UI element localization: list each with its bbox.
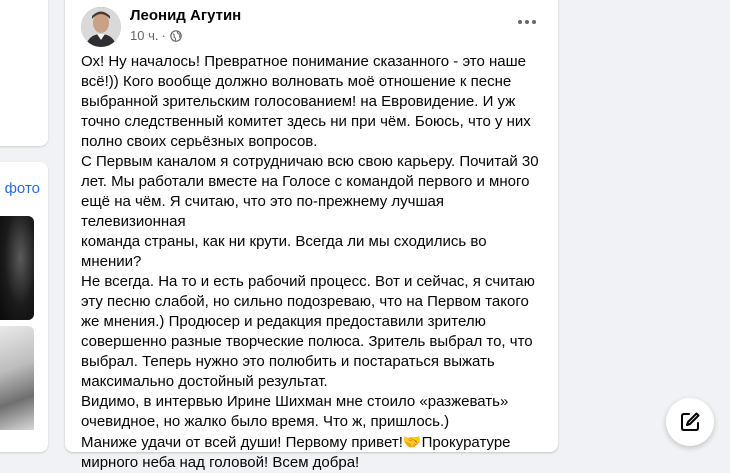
left-column: фото — [0, 0, 48, 452]
text-line: ещё на чём. Я считаю, что это по-прежнем… — [81, 193, 449, 230]
dot — [532, 20, 536, 24]
text-line: Не всегда. На то и есть рабочий процесс.… — [81, 273, 535, 290]
post-meta: 10 ч. · — [130, 28, 182, 43]
text-line: С Первым каналом я сотрудничаю всю свою … — [81, 153, 539, 170]
author-name[interactable]: Леонид Агутин — [130, 7, 241, 24]
text-segment: Прокуратуре — [421, 434, 511, 451]
text-line: Видимо, в интервью Ирине Шихман мне стои… — [81, 393, 509, 410]
photo-thumbnail[interactable] — [0, 326, 34, 430]
left-card — [0, 0, 48, 146]
text-line: выбранной зрительским голосованием! на Е… — [81, 93, 516, 110]
text-line: максимально достойный результат. — [81, 373, 328, 390]
photos-link[interactable]: фото — [0, 180, 40, 197]
avatar-portrait — [81, 7, 121, 47]
handshake-emoji-icon: 🤝 — [402, 433, 422, 451]
text-line: мирного неба над головой! Всем добра! — [81, 454, 360, 471]
meta-separator: · — [161, 28, 166, 43]
text-line: полно своих серьёзных вопросов. — [81, 133, 318, 150]
compose-message-button[interactable] — [666, 398, 714, 446]
text-line: всё!)) Кого вообще должно волновать моё … — [81, 73, 512, 90]
text-line: точно следственный комитет здесь ни при … — [81, 113, 531, 130]
post-text: Ох! Ну началось! Превратное понимание ск… — [81, 52, 551, 473]
text-line: Маниже удачи от всей души! Первому приве… — [81, 432, 551, 453]
avatar[interactable] — [81, 7, 121, 47]
text-line: совершенно разные творческие полюса. Зри… — [81, 333, 533, 350]
text-line: команда страны, как ни крути. Всегда ли … — [81, 233, 491, 270]
more-options-button[interactable] — [513, 10, 541, 34]
text-line: эту песню слабой, но сильно подозреваю, … — [81, 293, 529, 310]
dot — [525, 20, 529, 24]
post-card: Леонид Агутин 10 ч. · Ох! Ну началось! П… — [65, 0, 558, 471]
compose-icon — [681, 412, 700, 431]
text-segment: Маниже удачи от всей души! Первому приве… — [81, 434, 403, 451]
text-line: Ох! Ну началось! Превратное понимание ск… — [81, 53, 526, 70]
post-timestamp[interactable]: 10 ч. — [130, 28, 158, 43]
text-line: лет. Мы работали вместе на Голосе с кома… — [81, 173, 530, 190]
globe-icon — [170, 29, 182, 42]
text-line: же мнения.) Продюсер и редакция предоста… — [81, 313, 486, 330]
photo-thumbnail[interactable] — [0, 216, 34, 320]
more-options-icon — [518, 20, 522, 24]
text-line: выбрал. Теперь нужно это полюбить и пост… — [81, 353, 495, 370]
text-line: очевидное, но жалко было время. Что ж, п… — [81, 413, 450, 430]
